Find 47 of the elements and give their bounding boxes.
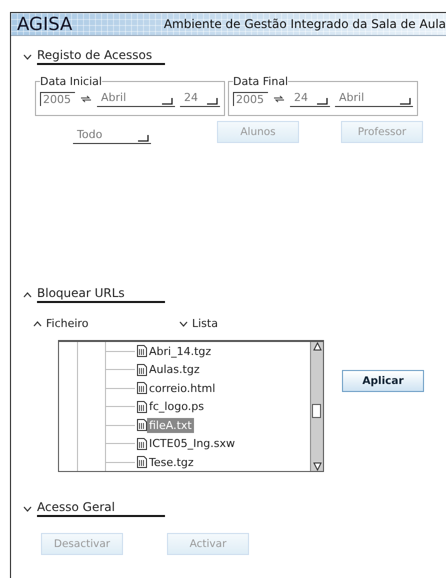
dropdown-corner-icon <box>399 97 411 105</box>
tree-item[interactable]: correio.html <box>147 380 218 396</box>
dropdown[interactable]: 24 <box>180 91 220 107</box>
chevron-down-icon[interactable] <box>23 54 32 60</box>
year-field[interactable]: 2005 <box>40 92 75 106</box>
file-icon <box>137 419 147 432</box>
section-heading: Registo de Acessos <box>37 48 165 65</box>
option-label[interactable]: Lista <box>192 317 218 330</box>
dropdown-corner-icon <box>161 97 173 105</box>
file-icon <box>137 364 147 376</box>
year-field[interactable]: 2005 <box>233 92 268 106</box>
option-label[interactable]: Ficheiro <box>46 317 88 330</box>
chevron-down-icon[interactable] <box>179 320 188 326</box>
dropdown-corner-icon <box>316 97 328 105</box>
logo: AGISA <box>17 14 72 34</box>
scroll-down-icon[interactable] <box>312 462 322 471</box>
file-icon <box>137 456 147 468</box>
dropdown[interactable]: Todo <box>73 128 151 144</box>
spin-arrow-icon[interactable] <box>273 94 285 104</box>
tree-item[interactable]: Tese.tgz <box>147 454 196 470</box>
tree-item[interactable]: Abri_14.tgz <box>147 344 214 359</box>
scroll-up-icon[interactable] <box>312 342 322 351</box>
group-legend: Data Final <box>233 75 288 88</box>
app-title: Ambiente de Gestão Integrado da Sala de Aula <box>164 17 446 31</box>
dropdown[interactable]: 24 <box>290 91 330 107</box>
scrollbar[interactable] <box>310 342 323 471</box>
button[interactable]: Aplicar <box>342 370 424 392</box>
tree-item[interactable]: Aulas.tgz <box>147 362 202 378</box>
dropdown-corner-icon <box>137 134 149 142</box>
file-icon <box>137 438 147 450</box>
scroll-thumb[interactable] <box>312 404 321 418</box>
dropdown[interactable]: Abril <box>97 91 175 107</box>
section-heading: Bloquear URLs <box>37 286 165 303</box>
tree-item[interactable]: ICTE05_Ing.sxw <box>147 436 238 452</box>
file-icon <box>137 382 147 394</box>
chevron-up-icon[interactable] <box>33 320 42 326</box>
chevron-down-icon[interactable] <box>23 506 32 512</box>
dropdown-corner-icon <box>206 97 218 105</box>
tree-item[interactable]: fc_logo.ps <box>147 399 206 414</box>
group-legend: Data Inicial <box>40 75 102 88</box>
chevron-up-icon[interactable] <box>23 292 32 298</box>
tree-item[interactable]: fileA.txt <box>147 418 194 433</box>
section-heading: Acesso Geral <box>37 500 165 517</box>
file-icon <box>137 400 147 413</box>
spin-arrow-icon[interactable] <box>80 94 92 104</box>
dropdown[interactable]: Abril <box>335 91 413 107</box>
file-icon <box>137 345 147 358</box>
